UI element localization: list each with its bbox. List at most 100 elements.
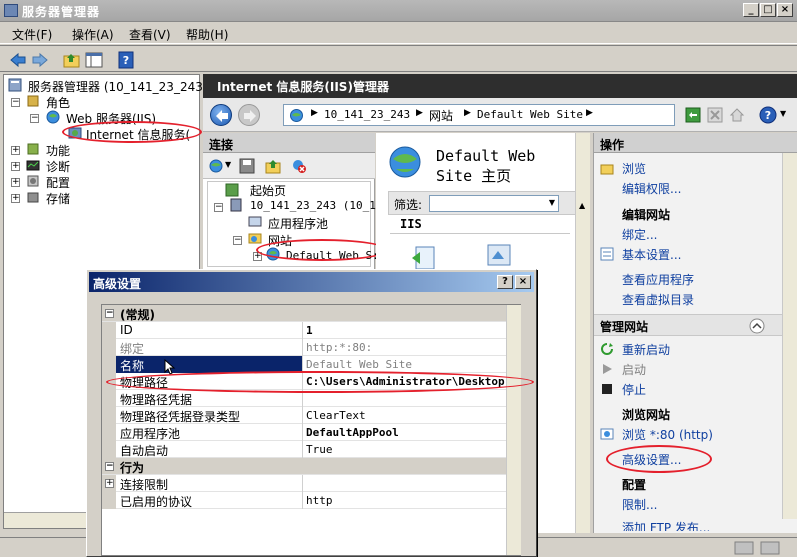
- expander-configuration[interactable]: +: [11, 178, 20, 187]
- tree-web-server[interactable]: Web 服务器(IIS): [66, 110, 156, 127]
- storage-icon: [27, 192, 39, 203]
- tree-features[interactable]: 功能: [46, 142, 70, 159]
- breadcrumb-sites[interactable]: 网站: [429, 107, 453, 124]
- expander-connection-limits[interactable]: +: [105, 479, 114, 488]
- property-row[interactable]: 物理路径 C:\Users\Administrator\Desktop: [102, 373, 506, 390]
- action-add-ftp[interactable]: 添加 FTP 发布...: [622, 519, 710, 531]
- disconnect-icon[interactable]: [291, 158, 307, 174]
- action-limits[interactable]: 限制...: [622, 496, 657, 513]
- expander-diagnostics[interactable]: +: [11, 162, 20, 171]
- property-row[interactable]: + 连接限制: [102, 475, 506, 492]
- iis-manager-title: Internet 信息服务(IIS)管理器: [217, 80, 389, 94]
- connect-globe-icon[interactable]: [208, 158, 224, 174]
- back-button[interactable]: [8, 50, 26, 68]
- forward-button[interactable]: [30, 50, 48, 68]
- maximize-button[interactable]: □: [760, 3, 776, 17]
- iis-back-button[interactable]: [210, 104, 232, 126]
- breadcrumb-address-bar[interactable]: ▶ 10_141_23_243 ▶ 网站 ▶ Default Web Site …: [283, 104, 675, 126]
- property-row[interactable]: 已启用的协议 http: [102, 492, 506, 509]
- action-start[interactable]: 启动: [622, 361, 646, 378]
- expander-behavior[interactable]: −: [105, 462, 114, 471]
- action-browse-80[interactable]: 浏览 *:80 (http): [622, 426, 713, 443]
- property-row[interactable]: 物理路径凭据登录类型 ClearText: [102, 407, 506, 424]
- expander-roles[interactable]: −: [11, 98, 20, 107]
- menu-help[interactable]: 帮助(H): [186, 26, 228, 43]
- breadcrumb-site[interactable]: Default Web Site: [477, 108, 583, 121]
- breadcrumb-server[interactable]: 10_141_23_243: [324, 108, 410, 121]
- tree-storage[interactable]: 存储: [46, 190, 70, 207]
- help-icon[interactable]: ?: [758, 105, 778, 125]
- up-folder-button[interactable]: [62, 50, 80, 68]
- scroll-up-icon[interactable]: ▲: [579, 201, 585, 210]
- center-vertical-scrollbar[interactable]: ▲: [575, 133, 590, 533]
- action-edit-permissions[interactable]: 编辑权限...: [622, 180, 681, 197]
- conn-default-site[interactable]: Default Web S:: [286, 249, 379, 262]
- site-title-line1: Default Web: [436, 147, 536, 165]
- collapse-icon[interactable]: [748, 317, 766, 335]
- app-pool-icon: [248, 216, 262, 227]
- dialog-help-button[interactable]: ?: [497, 275, 513, 289]
- close-button[interactable]: ×: [777, 3, 793, 17]
- refresh-icon[interactable]: [685, 107, 701, 123]
- tree-diagnostics[interactable]: 诊断: [46, 158, 70, 175]
- action-stop[interactable]: 停止: [622, 381, 646, 398]
- action-bindings[interactable]: 绑定...: [622, 226, 657, 243]
- help-dropdown-icon[interactable]: ▼: [780, 109, 786, 118]
- section-divider: [390, 233, 570, 234]
- iis-navigation-bar: ▶ 10_141_23_243 ▶ 网站 ▶ Default Web Site …: [203, 98, 797, 132]
- action-basic-settings[interactable]: 基本设置...: [622, 246, 681, 263]
- expander-features[interactable]: +: [11, 146, 20, 155]
- action-browse[interactable]: 浏览: [622, 160, 646, 177]
- connect-dropdown-icon[interactable]: ▼: [225, 160, 231, 169]
- property-row[interactable]: 物理路径凭据: [102, 390, 506, 407]
- globe-icon: [266, 247, 280, 261]
- feature-icon[interactable]: [484, 239, 514, 269]
- tree-configuration[interactable]: 配置: [46, 174, 70, 191]
- minimize-button[interactable]: _: [743, 3, 759, 17]
- property-row[interactable]: 自动启动 True: [102, 441, 506, 458]
- iis-forward-button[interactable]: [238, 104, 260, 126]
- restart-icon: [601, 343, 613, 355]
- category-behavior[interactable]: − 行为: [102, 458, 506, 475]
- dialog-close-button[interactable]: ×: [515, 275, 531, 289]
- property-value: Default Web Site: [306, 358, 412, 371]
- menu-view[interactable]: 查看(V): [129, 26, 171, 43]
- action-view-apps[interactable]: 查看应用程序: [622, 271, 694, 288]
- expander-sites[interactable]: −: [233, 236, 242, 245]
- start-page-icon: [225, 183, 239, 197]
- property-row[interactable]: ID 1: [102, 322, 506, 339]
- property-grid-scrollbar[interactable]: [506, 305, 521, 555]
- filter-dropdown-icon[interactable]: ▼: [549, 198, 555, 207]
- folder-up-icon[interactable]: [265, 158, 281, 174]
- help-button[interactable]: ?: [116, 50, 134, 69]
- save-icon[interactable]: [239, 158, 255, 174]
- expander-web-server[interactable]: −: [30, 114, 39, 123]
- home-icon[interactable]: [729, 107, 745, 123]
- actions-vertical-scrollbar[interactable]: [782, 153, 797, 519]
- browse-site-header: 浏览网站: [622, 408, 671, 422]
- menu-file[interactable]: 文件(F): [12, 26, 52, 43]
- filter-input[interactable]: ▼: [429, 195, 559, 212]
- conn-start-page[interactable]: 起始页: [250, 182, 286, 199]
- menu-bar: 文件(F) 操作(A) 查看(V) 帮助(H): [0, 22, 797, 44]
- property-row-selected[interactable]: 名称 Default Web Site: [102, 356, 506, 375]
- expander-default-site[interactable]: +: [253, 252, 262, 261]
- menu-action[interactable]: 操作(A): [72, 26, 114, 43]
- category-general[interactable]: − (常规): [102, 305, 506, 322]
- expander-storage[interactable]: +: [11, 194, 20, 203]
- conn-app-pools[interactable]: 应用程序池: [268, 215, 328, 232]
- show-hide-tree-button[interactable]: [84, 50, 103, 68]
- expander-general[interactable]: −: [105, 309, 114, 318]
- property-row[interactable]: 应用程序池 DefaultAppPool: [102, 424, 506, 441]
- conn-server[interactable]: 10_141_23_243 (10_14: [250, 199, 382, 212]
- action-advanced-settings[interactable]: 高级设置...: [622, 451, 681, 468]
- manage-site-header: 管理网站: [600, 320, 649, 334]
- expander-server[interactable]: −: [214, 203, 223, 212]
- property-row[interactable]: 绑定 http:*:80:: [102, 339, 506, 356]
- tree-iis-manager[interactable]: Internet 信息服务(: [86, 126, 190, 143]
- tree-root[interactable]: 服务器管理器 (10_141_23_243): [28, 78, 208, 95]
- stop-loading-icon[interactable]: [707, 107, 723, 123]
- tree-roles[interactable]: 角色: [46, 94, 70, 111]
- action-view-vdirs[interactable]: 查看虚拟目录: [622, 291, 694, 308]
- action-restart[interactable]: 重新启动: [622, 341, 670, 358]
